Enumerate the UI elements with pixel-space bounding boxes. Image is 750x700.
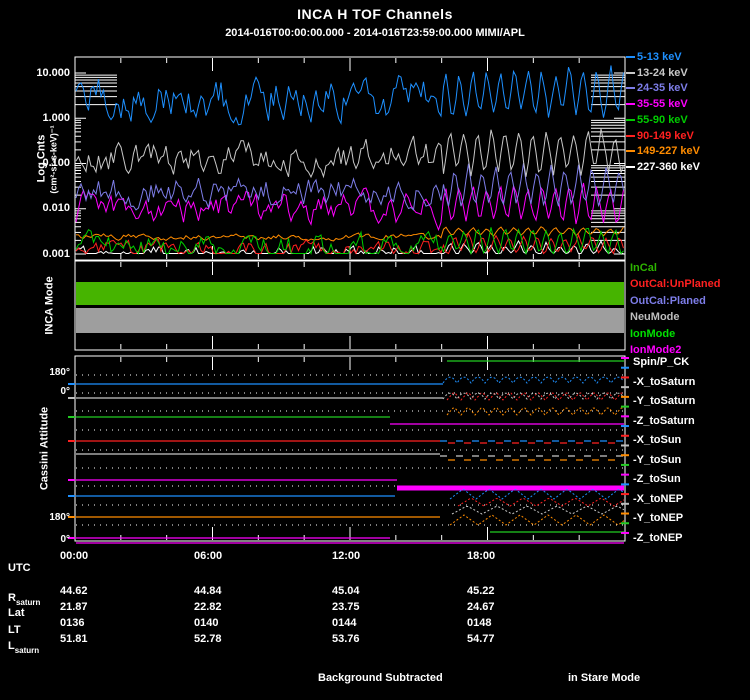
flux-legend-label: 5-13 keV [637,51,682,63]
attitude-legend-label: -X_toSun [633,434,682,447]
table-row-label-subscript: saturn [15,598,41,607]
legend-dash [626,103,635,106]
flux-ytick-label: 10.000 [36,66,70,79]
table-cell: 18:00 [467,550,496,562]
attitude-legend-label: -Y_toNEP [633,512,684,525]
table-cell: 45.04 [332,585,360,597]
flux-ytick-label: 0.100 [42,157,70,169]
attitude-legend-label: -X_toSaturn [633,375,696,388]
table-cell: 21.87 [60,601,88,613]
mode-legend-label: NeuMode [630,311,680,324]
legend-dash [626,118,635,121]
table-cell: 0140 [194,617,219,629]
table-cell: 51.81 [60,633,88,645]
attitude-ytick-label: 0° [60,386,70,397]
attitude-legend-label: Spin/P_CK [633,356,690,368]
table-row-label: Lsaturn [8,640,40,655]
flux-legend-label: 149-227 keV [637,145,700,158]
attitude-ytick-label: 180° [49,367,70,378]
table-row-label-subscript: saturn [14,646,40,655]
table-row-label: UTC [8,562,31,574]
attitude-legend-label: -X_toNEP [633,492,684,505]
table-row-label: Rsaturn [8,592,41,607]
footer-background-subtracted: Background Subtracted [318,672,443,684]
table-cell: 54.77 [467,633,495,645]
flux-ytick-label: 0.001 [42,247,70,260]
legend-dash [626,165,635,168]
legend-dash [626,150,635,153]
flux-legend-label: 90-149 keV [637,129,694,142]
flux-legend-label: 13-24 keV [637,66,688,79]
mode-legend-label: IonMode2 [630,344,682,356]
chart-subtitle: 2014-016T00:00:00.000 - 2014-016T23:59:0… [225,27,525,39]
table-cell: 44.84 [194,585,222,597]
attitude-ytick-label: 180° [49,512,70,523]
table-cell: 0136 [60,617,85,629]
attitude-legend-label: -Y_toSaturn [633,395,696,408]
legend-dash [626,87,635,90]
table-row-label: Lat [8,607,25,619]
table-cell: 23.75 [332,601,360,613]
plot-text-overlay: INCA H TOF Channels 2014-016T00:00:00.00… [0,0,750,700]
attitude-legend-label: -Z_toSun [633,473,681,486]
table-cell: 0148 [467,617,492,629]
table-cell: 0144 [332,617,357,629]
mode-legend-label: OutCal:Planed [630,294,706,307]
table-cell: 06:00 [194,550,223,562]
table-cell: 44.62 [60,585,88,597]
flux-legend-label: 227-360 keV [637,160,700,173]
footer-stare-mode: in Stare Mode [568,672,641,684]
attitude-legend-label: -Z_toNEP [633,531,683,544]
table-cell: 24.67 [467,601,495,613]
mode-legend-label: OutCal:UnPlaned [630,278,721,291]
table-cell: 00:00 [60,550,89,562]
legend-dash [626,56,635,58]
table-cell: 52.78 [194,633,222,645]
attitude-legend-label: -Y_toSun [633,453,682,466]
legend-dash [626,134,635,137]
attitude-legend-label: -Z_toSaturn [633,414,695,427]
table-cell: 12:00 [332,550,361,562]
legend-dash [626,71,635,74]
table-row-label: LT [8,624,21,636]
inca-tof-plot-window: INCA H TOF Channels 2014-016T00:00:00.00… [0,0,750,700]
flux-legend-label: 35-55 keV [637,98,688,111]
mode-legend-label: IonMode [630,327,676,340]
flux-legend-label: 55-90 keV [637,113,688,126]
mode-axis-label: INCA Mode [43,276,56,335]
table-cell: 45.22 [467,585,495,597]
attitude-ytick-label: 0° [60,534,70,545]
flux-ytick-label: 0.010 [42,202,70,215]
flux-ytick-label: 1.000 [42,111,70,124]
mode-legend-label: InCal [630,262,657,274]
table-cell: 53.76 [332,633,360,645]
chart-title: INCA H TOF Channels [297,6,453,22]
table-cell: 22.82 [194,601,222,613]
flux-legend-label: 24-35 keV [637,82,688,95]
